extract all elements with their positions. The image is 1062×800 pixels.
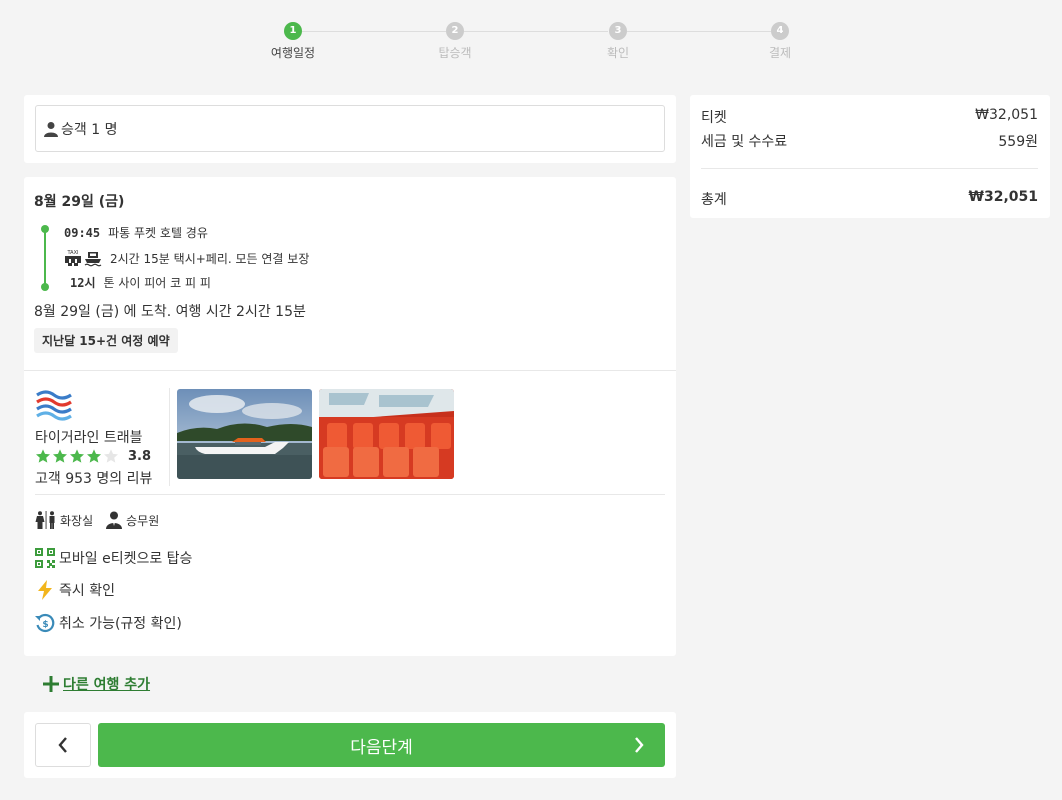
- step-label: 탑승객: [438, 46, 472, 60]
- toilet-icon: [35, 511, 55, 529]
- progress-stepper: 1 여행일정 2 탑승객 3 확인 4 결제: [0, 22, 1062, 62]
- arrival-row: 12시 톤 사이 피어 코 피 피: [64, 274, 211, 291]
- review-count: 고객 953 명의 리뷰: [35, 471, 153, 487]
- back-button[interactable]: [35, 723, 91, 767]
- total-row: 총계 ₩32,051: [701, 189, 1038, 209]
- route-timeline: [44, 227, 46, 285]
- operator-divider: [169, 388, 170, 486]
- step-label: 여행일정: [270, 46, 316, 60]
- operator-logo: [36, 390, 72, 421]
- step-passengers: 2 탑승객: [415, 22, 495, 61]
- step-number: 2: [446, 22, 464, 40]
- step-label: 결제: [768, 46, 792, 60]
- plus-icon: [43, 676, 59, 692]
- step-itinerary: 1 여행일정: [253, 22, 333, 61]
- ticket-label: 티켓: [701, 110, 727, 126]
- fee-row: 세금 및 수수료 559원: [701, 131, 1038, 151]
- svg-text:$: $: [42, 620, 48, 630]
- transport-description: 2시간 15분 택시+페리. 모든 연결 보장: [110, 251, 310, 266]
- star-icon: [87, 449, 101, 463]
- section-divider: [24, 370, 676, 371]
- navigation-bar: 다음단계: [24, 712, 676, 778]
- arrive-place: 톤 사이 피어 코 피 피: [103, 276, 211, 290]
- next-step-button[interactable]: 다음단계: [98, 723, 665, 767]
- feature-cancellable: $ 취소 가능(규정 확인): [35, 613, 182, 633]
- feature-label: 모바일 e티켓으로 탑승: [59, 551, 193, 567]
- feature-label: 즉시 확인: [59, 583, 115, 599]
- summary-divider: [701, 168, 1038, 169]
- star-icon: [53, 449, 67, 463]
- cancel-policy-icon: $: [35, 613, 55, 633]
- boat-exterior-photo[interactable]: [177, 389, 312, 479]
- step-number: 4: [771, 22, 789, 40]
- arrive-dot: [41, 283, 49, 291]
- ferry-icon: [84, 252, 102, 267]
- feature-eticket: 모바일 e티켓으로 탑승: [35, 548, 192, 568]
- fee-label: 세금 및 수수료: [701, 134, 788, 150]
- ticket-price: ₩32,051: [975, 107, 1038, 123]
- depart-dot: [41, 225, 49, 233]
- depart-place: 파통 푸켓 호텔 경유: [108, 226, 208, 240]
- passenger-card: 승객 1 명: [24, 95, 676, 163]
- amenity-label: 승무원: [126, 513, 160, 528]
- step-payment: 4 결제: [740, 22, 820, 61]
- person-icon: [44, 121, 58, 137]
- add-trip-link[interactable]: 다른 여행 추가: [41, 674, 150, 694]
- qr-code-icon: [35, 548, 55, 568]
- star-empty-icon: [104, 449, 118, 463]
- total-price: ₩32,051: [968, 189, 1038, 205]
- fee-price: 559원: [998, 134, 1038, 150]
- operator-rating: 3.8: [35, 448, 151, 464]
- operator-name: 타이거라인 트래블: [35, 430, 143, 446]
- passenger-selector[interactable]: 승객 1 명: [35, 105, 665, 152]
- crew-icon: [106, 511, 123, 529]
- amenity-toilet: 화장실: [35, 511, 93, 529]
- amenity-crew: 승무원: [105, 511, 159, 529]
- step-number: 1: [284, 22, 302, 40]
- add-trip-label: 다른 여행 추가: [63, 677, 151, 693]
- feature-label: 취소 가능(규정 확인): [59, 616, 182, 632]
- star-icon: [70, 449, 84, 463]
- rating-score: 3.8: [128, 448, 152, 464]
- price-summary: 티켓 ₩32,051 세금 및 수수료 559원 총계 ₩32,051: [690, 95, 1050, 218]
- departure-row: 09:45 파통 푸켓 호텔 경유: [64, 224, 208, 241]
- lightning-icon: [38, 580, 52, 600]
- boat-interior-photo[interactable]: [319, 389, 454, 479]
- arrive-time: 12시: [70, 276, 96, 290]
- taxi-icon: TAXI: [65, 250, 81, 266]
- ticket-row: 티켓 ₩32,051: [701, 107, 1038, 127]
- step-number: 3: [609, 22, 627, 40]
- passenger-count: 승객 1 명: [61, 121, 118, 138]
- popularity-badge: 지난달 15+건 여정 예약: [34, 328, 178, 353]
- step-label: 확인: [606, 46, 630, 60]
- amenities-list: 화장실 승무원: [35, 511, 171, 529]
- total-label: 총계: [701, 192, 727, 208]
- trip-card: 8월 29일 (금) 09:45 파통 푸켓 호텔 경유 TAXI 2시간 15…: [24, 177, 676, 656]
- amenity-label: 화장실: [60, 513, 94, 528]
- next-step-label: 다음단계: [350, 737, 413, 758]
- taxi-icon-label: TAXI: [67, 250, 79, 256]
- feature-instant-confirm: 즉시 확인: [35, 580, 115, 600]
- chevron-left-icon: [58, 737, 67, 753]
- trip-date: 8월 29일 (금): [34, 194, 125, 210]
- chevron-right-icon: [635, 737, 644, 753]
- section-divider: [35, 494, 665, 495]
- depart-time: 09:45: [64, 225, 101, 240]
- step-confirm: 3 확인: [578, 22, 658, 61]
- transport-row: TAXI 2시간 15분 택시+페리. 모든 연결 보장: [64, 249, 309, 267]
- star-icon: [36, 449, 50, 463]
- arrival-summary: 8월 29일 (금) 에 도착. 여행 시간 2시간 15분: [34, 304, 306, 320]
